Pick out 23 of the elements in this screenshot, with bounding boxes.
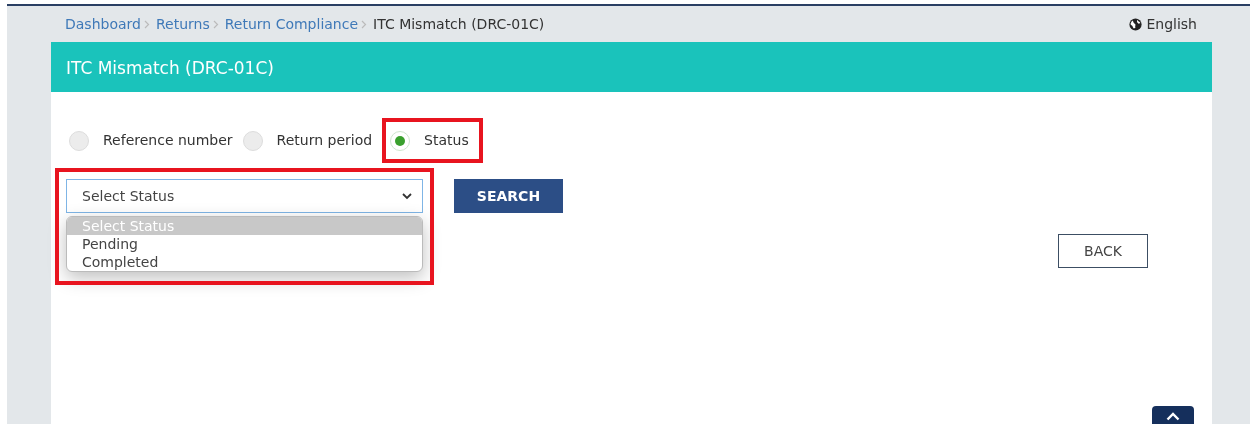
breadcrumb-current: ITC Mismatch (DRC-01C) — [373, 14, 545, 34]
breadcrumb-link[interactable]: Return Compliance — [224, 13, 359, 35]
chevron-down-icon — [402, 192, 412, 200]
breadcrumb-link[interactable]: Dashboard — [65, 13, 141, 35]
globe-icon — [1129, 17, 1143, 31]
radio-label[interactable]: Return period — [276, 130, 373, 151]
dropdown-option[interactable]: Completed — [67, 253, 422, 271]
language-selector[interactable]: English — [1146, 13, 1197, 35]
chevron-up-icon — [1166, 412, 1180, 421]
radio-button[interactable] — [69, 130, 89, 151]
radio-button[interactable] — [242, 130, 263, 151]
back-button[interactable]: BACK — [1058, 234, 1148, 268]
chevron-right-icon — [212, 19, 219, 29]
search-button[interactable]: SEARCH — [454, 179, 563, 213]
page-title: ITC Mismatch (DRC-01C) — [66, 58, 274, 78]
dropdown-option[interactable]: Pending — [67, 235, 422, 253]
chevron-right-icon — [361, 19, 368, 29]
radio-label[interactable]: Status — [424, 130, 469, 151]
radio-button[interactable] — [390, 130, 411, 151]
status-select[interactable]: Select Status — [66, 179, 423, 213]
radio-label[interactable]: Reference number — [103, 130, 233, 151]
chevron-right-icon — [143, 19, 150, 29]
breadcrumb-link[interactable]: Returns — [155, 13, 210, 35]
